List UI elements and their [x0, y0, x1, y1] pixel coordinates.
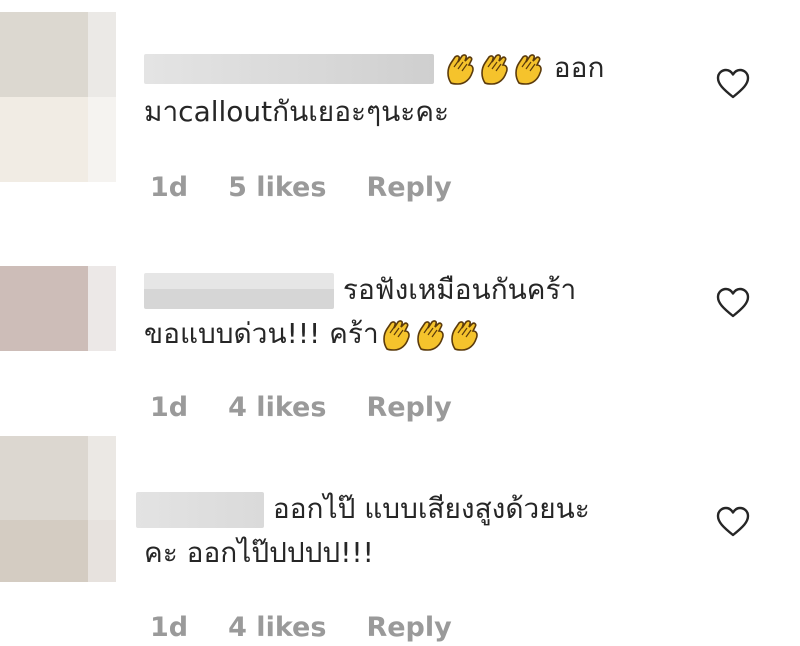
comment-time: 1d [150, 392, 189, 423]
avatar[interactable] [0, 266, 116, 351]
username-blurred[interactable] [144, 273, 334, 309]
comment-text: รอฟังเหมือนกันคร้า ขอแบบด่วน!!! คร้า [144, 268, 664, 356]
comment-text: ออกไป๊ แบบเสียงสูงด้วยนะ คะ ออกไป๊ปปปป!!… [136, 487, 664, 575]
comment-time: 1d [150, 612, 189, 643]
username-blurred[interactable] [136, 492, 264, 528]
comment-time: 1d [150, 172, 189, 203]
like-heart-icon[interactable] [716, 287, 750, 319]
reply-button[interactable]: Reply [366, 392, 451, 423]
username-blurred[interactable] [144, 54, 434, 84]
like-heart-icon[interactable] [716, 506, 750, 538]
comment-text-line2: ขอแบบด่วน!!! คร้า [144, 317, 379, 350]
clapping-hands-emoji-icon [449, 319, 479, 351]
comment-meta: 1d 4 likes Reply [150, 392, 492, 423]
clapping-hands-emoji-icon [513, 53, 543, 85]
comment-likes[interactable]: 5 likes [228, 172, 326, 203]
comment-text: ออก มาcalloutกันเยอะๆนะคะ [144, 46, 664, 134]
avatar[interactable] [0, 436, 116, 582]
like-heart-icon[interactable] [716, 68, 750, 100]
avatar[interactable] [0, 12, 116, 182]
comment-text-line2: มาcalloutกันเยอะๆนะคะ [144, 95, 450, 128]
comment-meta: 1d 5 likes Reply [150, 172, 492, 203]
comment-likes[interactable]: 4 likes [228, 392, 326, 423]
reply-button[interactable]: Reply [366, 612, 451, 643]
clapping-hands-emoji-icon [445, 53, 475, 85]
clapping-hands-emoji-icon [479, 53, 509, 85]
comment-text-line2: คะ ออกไป๊ปปปป!!! [144, 536, 374, 569]
comment-text-line1: ออก [544, 51, 605, 84]
comment-likes[interactable]: 4 likes [228, 612, 326, 643]
reply-button[interactable]: Reply [366, 172, 451, 203]
comment-text-line1: รอฟังเหมือนกันคร้า [334, 273, 577, 306]
clapping-hands-emoji-icon [381, 319, 411, 351]
comment-meta: 1d 4 likes Reply [150, 612, 492, 643]
comment-text-line1: ออกไป๊ แบบเสียงสูงด้วยนะ [264, 492, 590, 525]
clapping-hands-emoji-icon [415, 319, 445, 351]
